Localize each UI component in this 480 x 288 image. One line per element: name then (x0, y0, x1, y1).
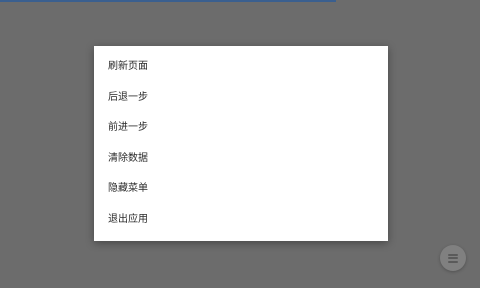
menu-item-label: 退出应用 (108, 213, 148, 225)
menu-item-forward[interactable]: 前进一步 (94, 113, 388, 144)
menu-item-exit-app[interactable]: 退出应用 (94, 205, 388, 236)
menu-item-label: 前进一步 (108, 122, 148, 134)
menu-item-label: 刷新页面 (108, 61, 148, 73)
menu-item-label: 隐藏菜单 (108, 183, 148, 195)
menu-item-refresh[interactable]: 刷新页面 (94, 52, 388, 83)
menu-item-label: 后退一步 (108, 91, 148, 103)
menu-item-hide-menu[interactable]: 隐藏菜单 (94, 174, 388, 205)
menu-item-back[interactable]: 后退一步 (94, 83, 388, 114)
floating-menu-button[interactable] (440, 245, 466, 271)
context-menu: 刷新页面 后退一步 前进一步 清除数据 隐藏菜单 退出应用 (94, 46, 388, 241)
menu-icon (448, 253, 458, 263)
menu-item-label: 清除数据 (108, 152, 148, 164)
menu-item-clear-data[interactable]: 清除数据 (94, 144, 388, 175)
page-load-progress-bar (0, 0, 336, 2)
